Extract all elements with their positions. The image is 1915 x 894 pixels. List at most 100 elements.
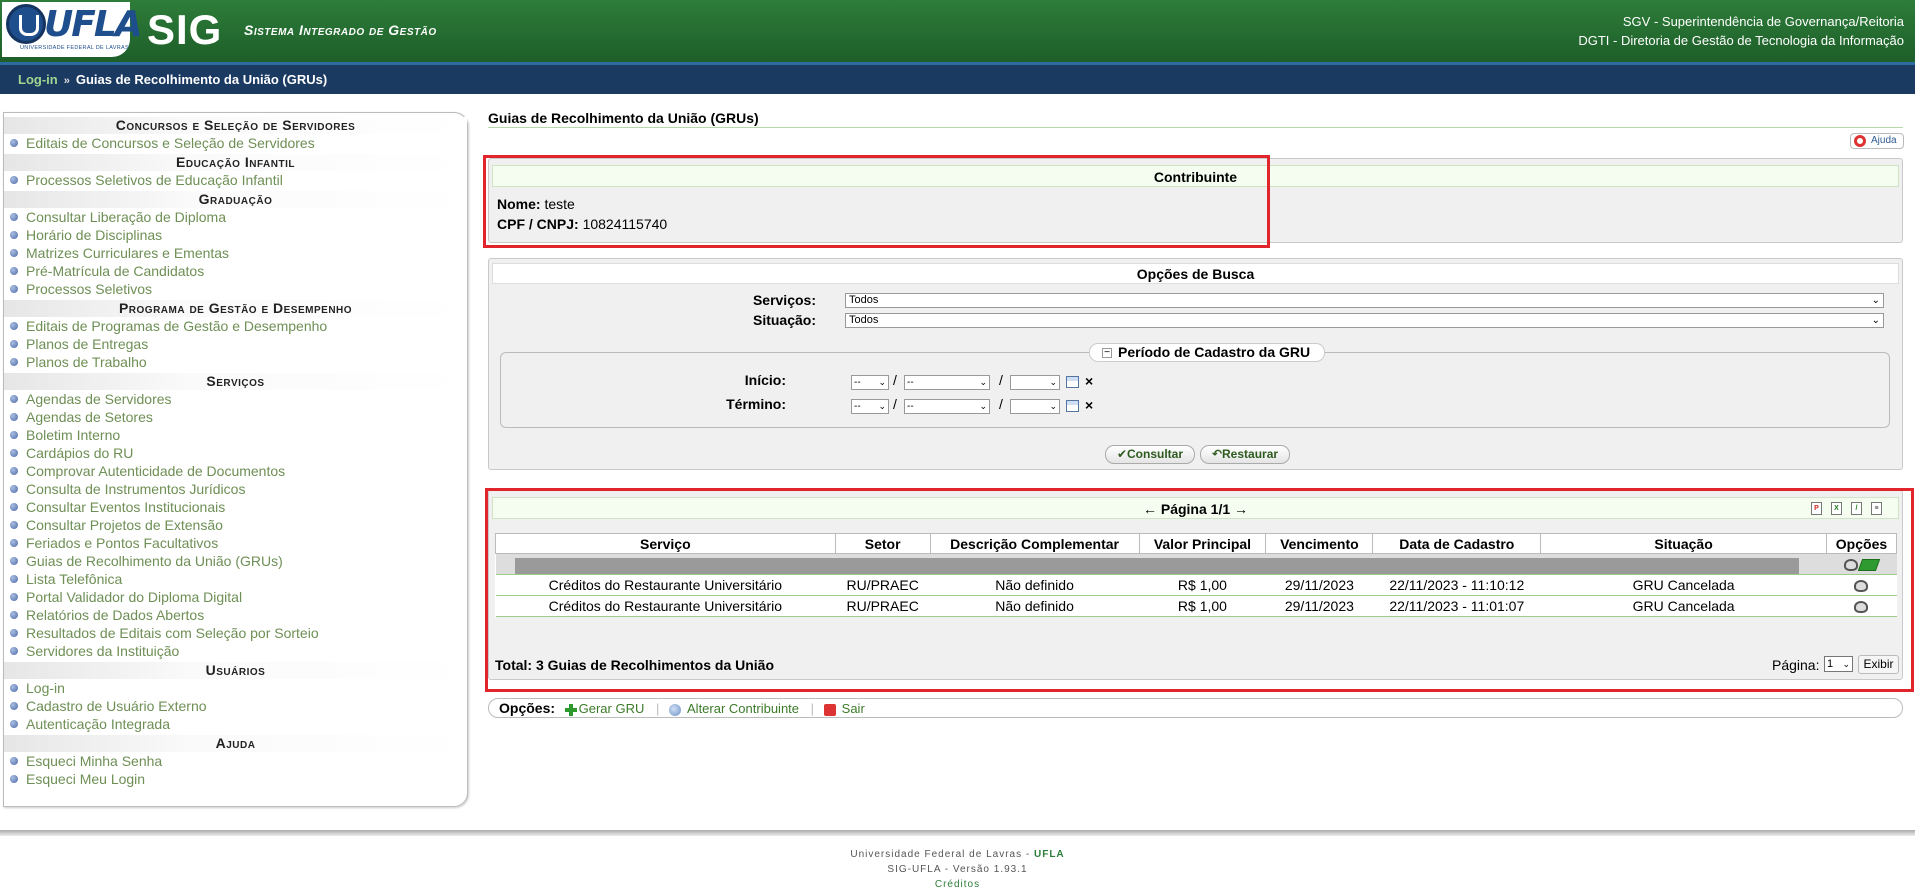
periodo-fieldset [500, 352, 1890, 428]
sidebar-item[interactable]: Matrizes Curriculares e Ementas [4, 244, 467, 262]
breadcrumb-current: Guias de Recolhimento da União (GRUs) [75, 72, 328, 87]
export-excel-icon[interactable]: X [1831, 502, 1842, 515]
sidebar-item[interactable]: Processos Seletivos [4, 280, 467, 298]
sidebar-item[interactable]: Guias de Recolhimento da União (GRUs) [4, 552, 467, 570]
inicio-year-select[interactable]: ⌄ [1010, 375, 1060, 390]
sidebar-item[interactable]: Editais de Concursos e Seleção de Servid… [4, 134, 467, 152]
contribuinte-panel: Contribuinte Nome: teste CPF / CNPJ: 108… [488, 158, 1903, 243]
sidebar-item[interactable]: Agendas de Setores [4, 408, 467, 426]
restaurar-label: Restaurar [1222, 447, 1279, 461]
sidebar-item[interactable]: Agendas de Servidores [4, 390, 467, 408]
sidebar-item[interactable]: Cardápios do RU [4, 444, 467, 462]
nome-value: teste [544, 196, 575, 212]
inicio-day-select[interactable]: -- ⌄ [851, 375, 889, 390]
breadcrumb: Log-in » Guias de Recolhimento da União (G… [0, 62, 1915, 94]
exit-icon [823, 703, 836, 716]
calendar-icon[interactable] [1066, 376, 1079, 388]
cell-servico: Créditos do Restaurante Universitário [495, 574, 836, 596]
servicos-select[interactable]: Todos ⌄ [845, 293, 1884, 308]
search-options-header: Opções de Busca [492, 263, 1899, 284]
termino-year-select[interactable]: ⌄ [1010, 399, 1060, 414]
footer-credits[interactable]: Créditos [0, 879, 1915, 890]
sidebar-item[interactable]: Lista Telefônica [4, 570, 467, 588]
export-document-icon[interactable]: ≡ [1871, 502, 1882, 515]
collapse-toggle-icon[interactable]: − [1102, 348, 1112, 358]
page-select[interactable]: 1 ⌄ [1824, 656, 1853, 672]
date-slash: / [893, 372, 897, 388]
org-line-1: SGV - Superintendência de Governança/Rei… [1622, 14, 1904, 29]
termino-month-select[interactable]: -- ⌄ [904, 399, 990, 414]
sidebar-item[interactable]: Cadastro de Usuário Externo [4, 697, 467, 715]
sidebar-item[interactable]: Consultar Liberação de Diploma [4, 208, 467, 226]
sidebar-item[interactable]: Consulta de Instrumentos Jurídicos [4, 480, 467, 498]
restaurar-button[interactable]: ↶Restaurar [1200, 445, 1290, 464]
results-panel: ← Página 1/1 → P X / ≡ Serviço Setor Des… [488, 490, 1903, 680]
sidebar-item[interactable]: Comprovar Autenticidade de Documentos [4, 462, 467, 480]
alterar-contribuinte-link[interactable]: Alterar Contribuinte [687, 701, 799, 716]
sidebar-item[interactable]: Planos de Entregas [4, 335, 467, 353]
sidebar-section-title: Programa de Gestão e Desempenho [4, 300, 467, 317]
sidebar-item[interactable]: Feriados e Pontos Facultativos [4, 534, 467, 552]
sidebar-section-title: Usuários [4, 662, 467, 679]
sidebar-item[interactable]: Consultar Eventos Institucionais [4, 498, 467, 516]
inicio-month-select[interactable]: -- ⌄ [904, 375, 990, 390]
lifebuoy-icon [1854, 135, 1866, 147]
servicos-label: Serviços: [752, 292, 816, 308]
sidebar-item[interactable]: Boletim Interno [4, 426, 467, 444]
footer-university: Universidade Federal de Lavras - UFLA [0, 849, 1915, 860]
help-button[interactable]: Ajuda [1850, 133, 1904, 149]
consultar-button[interactable]: ✔Consultar [1105, 445, 1195, 464]
view-icon[interactable] [1844, 559, 1859, 572]
breadcrumb-login-link[interactable]: Log-in [18, 72, 58, 87]
cell-situacao: GRU Cancelada [1540, 574, 1827, 596]
sidebar-item[interactable]: Relatórios de Dados Abertos [4, 606, 467, 624]
sidebar-item[interactable]: Editais de Programas de Gestão e Desempe… [4, 317, 467, 335]
pagination-label[interactable]: ← Página 1/1 → [1143, 501, 1248, 517]
clear-date-icon[interactable]: × [1085, 373, 1093, 389]
view-icon[interactable] [1854, 601, 1869, 614]
sidebar-item[interactable]: Consultar Projetos de Extensão [4, 516, 467, 534]
sidebar-item[interactable]: Resultados de Editais com Seleção por So… [4, 624, 467, 642]
pagination-header: ← Página 1/1 → [492, 497, 1899, 519]
table-row: Créditos do Restaurante Universitário RU… [495, 595, 1897, 617]
sidebar-item[interactable]: Portal Validador do Diploma Digital [4, 588, 467, 606]
sidebar-item[interactable]: Esqueci Minha Senha [4, 752, 467, 770]
footer-ufla: UFLA [1033, 849, 1065, 860]
sidebar-item[interactable]: Esqueci Meu Login [4, 770, 467, 788]
search-options-panel: Opções de Busca Serviços: Todos ⌄ Situaçã… [488, 258, 1903, 470]
clear-date-icon[interactable]: × [1085, 397, 1093, 413]
page-title: Guias de Recolhimento da União (GRUs) [488, 110, 759, 126]
sidebar-item[interactable]: Planos de Trabalho [4, 353, 467, 371]
calendar-icon[interactable] [1066, 400, 1079, 412]
sidebar-item[interactable]: Servidores da Instituição [4, 642, 467, 660]
sidebar-item[interactable]: Log-in [4, 679, 467, 697]
footer-credits-link[interactable]: Créditos [935, 879, 980, 890]
view-icon[interactable] [1854, 580, 1869, 593]
situacao-select[interactable]: Todos ⌄ [845, 313, 1884, 328]
termino-label: Término: [726, 396, 786, 412]
sidebar-item[interactable]: Horário de Disciplinas [4, 226, 467, 244]
gru-table: Serviço Setor Descrição Complementar Val… [495, 533, 1898, 617]
termino-day-value: -- [854, 401, 861, 412]
exibir-button[interactable]: Exibir [1858, 655, 1899, 674]
export-chart-icon[interactable]: / [1851, 502, 1862, 515]
col-servico: Serviço [495, 533, 836, 554]
cell-valor: R$ 1,00 [1139, 574, 1266, 596]
termino-day-select[interactable]: -- ⌄ [851, 399, 889, 414]
date-slash: / [999, 396, 1003, 412]
sair-link[interactable]: Sair [842, 701, 865, 716]
export-pdf-icon[interactable]: P [1811, 502, 1822, 515]
gerar-gru-link[interactable]: Gerar GRU [579, 701, 645, 716]
sidebar-item[interactable]: Pré-Matrícula de Candidatos [4, 262, 467, 280]
footer-divider [0, 830, 1915, 836]
periodo-legend[interactable]: − Período de Cadastro da GRU [1089, 343, 1326, 362]
sidebar-item[interactable]: Autenticação Integrada [4, 715, 467, 733]
plus-icon [564, 703, 577, 716]
title-divider [488, 127, 1903, 128]
table-row: Créditos do Restaurante Universitário RU… [495, 574, 1897, 596]
pay-money-icon[interactable] [1858, 559, 1881, 572]
consultar-label: Consultar [1127, 447, 1184, 461]
sidebar-item[interactable]: Processos Seletivos de Educação Infantil [4, 171, 467, 189]
ufla-logo[interactable]: UFLA UNIVERSIDADE FEDERAL DE LAVRAS [2, 2, 143, 57]
sidebar-section-title: Concursos e Seleção de Servidores [4, 117, 467, 134]
